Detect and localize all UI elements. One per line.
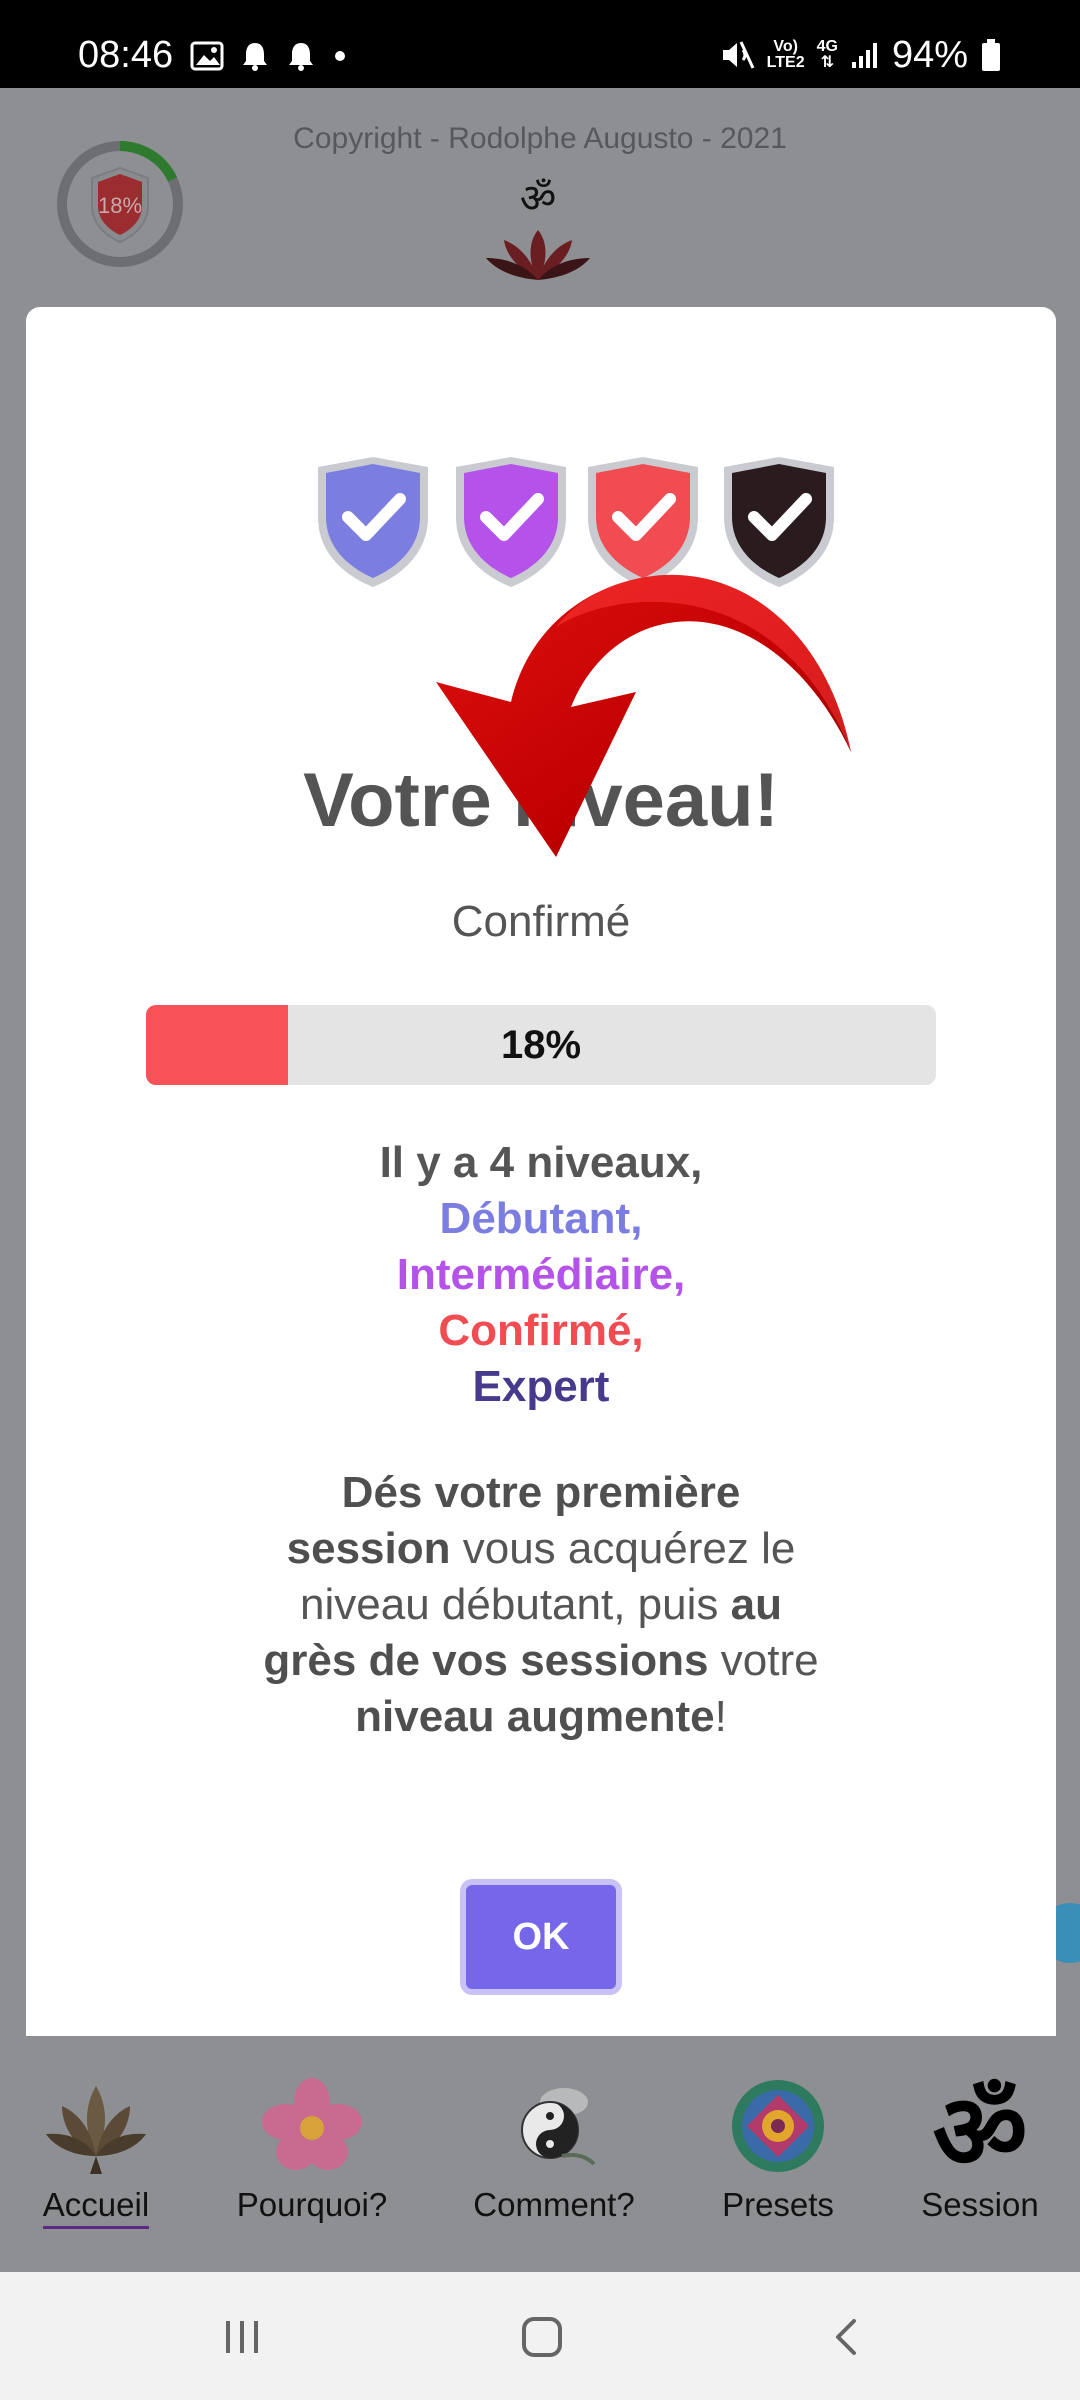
desc-text-2: votre — [708, 1636, 819, 1685]
recents-button[interactable] — [202, 2302, 282, 2372]
level-expert: Expert — [472, 1362, 610, 1411]
level-debutant: Débutant, — [439, 1194, 643, 1243]
om-icon: ॐ — [933, 2076, 1028, 2176]
mute-icon — [722, 41, 755, 69]
nav-label-comment: Comment? — [473, 2186, 635, 2223]
dot-icon — [335, 51, 345, 61]
level-ring-percent: 18% — [98, 193, 142, 218]
nav-item-comment[interactable]: Comment? — [454, 2076, 654, 2224]
desc-level-up: niveau augmente — [355, 1692, 715, 1741]
ok-button[interactable]: OK — [460, 1879, 622, 1995]
status-time: 08:46 — [78, 34, 174, 76]
back-icon — [836, 2319, 856, 2355]
levels-intro: Il y a 4 niveaux, — [379, 1138, 703, 1187]
battery-percent: 94% — [891, 34, 968, 76]
nav-label-pourquoi: Pourquoi? — [236, 2186, 388, 2223]
home-button[interactable] — [502, 2302, 582, 2372]
svg-text:ॐ: ॐ — [520, 176, 556, 222]
back-button[interactable] — [806, 2302, 886, 2372]
current-level-name: Confirmé — [451, 897, 631, 946]
level-dialog: Votre niveau! Confirmé 18% Il y a 4 nive… — [26, 307, 1056, 2055]
gallery-icon — [190, 41, 224, 71]
nav-label-accueil: Accueil — [42, 2186, 150, 2229]
level-progress-ring[interactable]: 18% — [54, 138, 186, 270]
om-lotus-logo: ॐ — [486, 176, 590, 280]
system-navigation-bar — [0, 2272, 1080, 2400]
network-type: 4G ⇅ — [816, 38, 838, 71]
notification-icons — [190, 40, 348, 72]
status-bar: 08:46 Vo) LTE2 4G ⇅ 94% — [0, 0, 1080, 88]
bell-icon — [243, 43, 267, 71]
bottom-navigation: Accueil Pourquoi? Comment? Presets ॐ Ses… — [0, 2036, 1080, 2272]
level-description: Dés votre première session vous acquérez… — [256, 1465, 826, 1745]
desc-text-3: ! — [714, 1692, 727, 1741]
nav-label-presets: Presets — [722, 2186, 834, 2223]
bell-icon-2 — [289, 43, 313, 71]
svg-text:ॐ: ॐ — [933, 2076, 1028, 2176]
progress-label: 18% — [500, 1023, 582, 1067]
yin-yang-icon — [521, 2088, 596, 2166]
lotus-icon — [46, 2086, 146, 2174]
levels-list: Il y a 4 niveaux, Débutant, Intermédiair… — [26, 1135, 1056, 1415]
system-status-icons: Vo) LTE2 4G ⇅ 94% — [719, 36, 1002, 74]
signal-icon — [851, 43, 877, 68]
nav-item-presets[interactable]: Presets — [678, 2076, 878, 2224]
recents-icon — [226, 2321, 258, 2353]
flower-icon — [262, 2078, 362, 2170]
red-arrow-icon — [436, 574, 851, 857]
level-confirme: Confirmé, — [438, 1306, 644, 1355]
home-icon — [522, 2317, 562, 2357]
nav-item-session[interactable]: ॐ Session — [880, 2076, 1080, 2224]
level-intermediaire: Intermédiaire, — [396, 1250, 686, 1299]
nav-label-session: Session — [921, 2186, 1039, 2223]
level-progress-bar: 18% — [146, 1005, 936, 1085]
mandala-icon — [732, 2080, 824, 2172]
nav-item-accueil[interactable]: Accueil — [0, 2076, 196, 2229]
nav-item-pourquoi[interactable]: Pourquoi? — [212, 2076, 412, 2224]
volte-indicator: Vo) LTE2 — [766, 38, 805, 71]
battery-icon — [982, 39, 1000, 71]
